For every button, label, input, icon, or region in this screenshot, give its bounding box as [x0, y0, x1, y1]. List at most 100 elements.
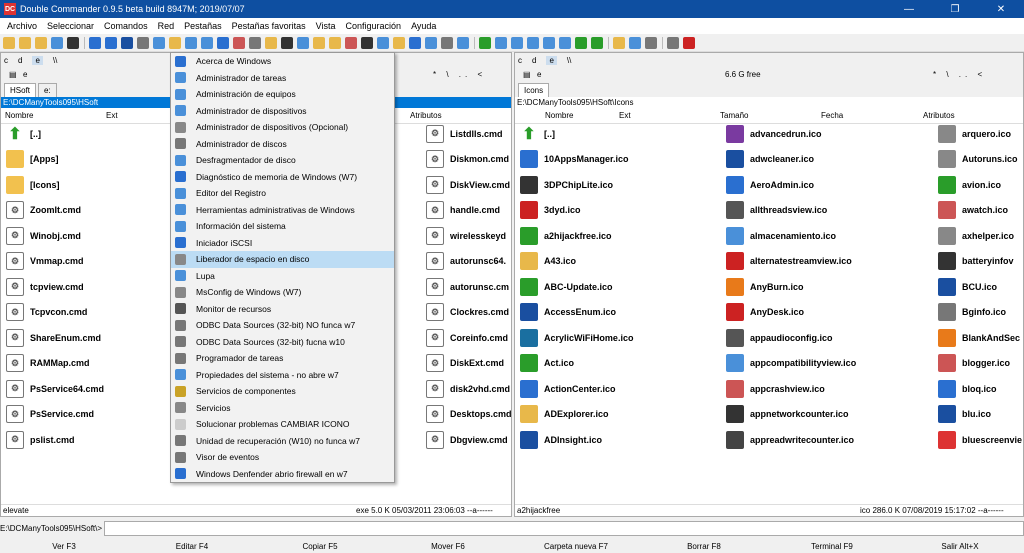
left-drive-item[interactable]: \\ [53, 56, 57, 65]
menu-item-editor-del-registro[interactable]: Editor del Registro [171, 185, 394, 202]
file-item[interactable]: ⚙ Coreinfo.cmd [423, 325, 513, 350]
menu-comandos[interactable]: Comandos [99, 21, 153, 31]
right-nav-buttons[interactable]: * \ .. < [933, 70, 986, 79]
file-item[interactable]: bluescreenvie [935, 427, 1024, 452]
file-item[interactable]: 3dyd.ico [517, 198, 717, 223]
fkey-terminal-f9[interactable]: Terminal F9 [768, 540, 896, 553]
menu-item-msconfig-de-windows-w7[interactable]: MsConfig de Windows (W7) [171, 284, 394, 301]
menu-red[interactable]: Red [153, 21, 180, 31]
toolbar-button-icon[interactable] [479, 36, 491, 49]
menu-item-administrador-de-dispositivos-opcional[interactable]: Administrador de dispositivos (Opcional) [171, 119, 394, 136]
fkey-borrar-f8[interactable]: Borrar F8 [640, 540, 768, 553]
file-item[interactable]: avion.ico [935, 172, 1024, 197]
toolbar-button-icon[interactable] [409, 36, 421, 49]
file-item[interactable]: awatch.ico [935, 198, 1024, 223]
file-item[interactable]: almacenamiento.ico [723, 223, 923, 248]
menu-item-unidad-de-recuperaci-n-w10-no-funca-w7[interactable]: Unidad de recuperación (W10) no funca w7 [171, 433, 394, 450]
file-item[interactable]: ABC-Update.ico [517, 274, 717, 299]
file-item[interactable]: A43.ico [517, 249, 717, 274]
file-item[interactable]: ⚙ Desktops.cmd [423, 402, 513, 427]
file-item[interactable]: AeroAdmin.ico [723, 172, 923, 197]
minimize-icon[interactable]: — [886, 0, 932, 18]
right-col-ext[interactable]: Ext [619, 111, 631, 120]
file-item[interactable]: ⬆ [..] [517, 121, 717, 146]
file-item[interactable]: AcrylicWiFiHome.ico [517, 325, 717, 350]
menu-item-programador-de-tareas[interactable]: Programador de tareas [171, 350, 394, 367]
toolbar-button-icon[interactable] [19, 36, 31, 49]
file-item[interactable]: ⚙ Dbgview.cmd [423, 427, 513, 452]
file-item[interactable]: Autoruns.ico [935, 147, 1024, 172]
left-drive-d[interactable]: d [18, 56, 22, 65]
file-item[interactable]: batteryinfov [935, 249, 1024, 274]
file-item[interactable]: blogger.ico [935, 351, 1024, 376]
right-path[interactable]: E:\DCManyTools095\HSoft\Icons [515, 97, 1023, 108]
file-item[interactable]: ⚙ DiskExt.cmd [423, 351, 513, 376]
toolbar-button-icon[interactable] [425, 36, 437, 49]
file-item[interactable]: AnyBurn.ico [723, 274, 923, 299]
file-item[interactable]: ADInsight.ico [517, 427, 717, 452]
toolbar-button-icon[interactable] [265, 36, 277, 49]
toolbar-button-icon[interactable] [645, 36, 657, 49]
toolbar-button-icon[interactable] [201, 36, 213, 49]
toolbar-button-icon[interactable] [613, 36, 625, 49]
toolbar-button-icon[interactable] [297, 36, 309, 49]
file-item[interactable]: ⚙ autorunsc64. [423, 249, 513, 274]
toolbar-button-icon[interactable] [511, 36, 523, 49]
file-item[interactable]: AnyDesk.ico [723, 300, 923, 325]
menu-item-odbc-data-sources-32-bit-no-funca-w7[interactable]: ODBC Data Sources (32-bit) NO funca w7 [171, 317, 394, 334]
menu-pesta-as-favoritas[interactable]: Pestañas favoritas [227, 21, 311, 31]
toolbar-button-icon[interactable] [137, 36, 149, 49]
file-item[interactable]: 10AppsManager.ico [517, 147, 717, 172]
fkey-carpeta-nueva-f7[interactable]: Carpeta nueva F7 [512, 540, 640, 553]
toolbar-button-icon[interactable] [313, 36, 325, 49]
file-item[interactable]: ⚙ Diskmon.cmd [423, 147, 513, 172]
toolbar-button-icon[interactable] [495, 36, 507, 49]
menu-pesta-as[interactable]: Pestañas [179, 21, 227, 31]
right-col-size[interactable]: Tamaño [720, 111, 748, 120]
toolbar-button-icon[interactable] [3, 36, 15, 49]
toolbar-button-icon[interactable] [667, 36, 679, 49]
right-col-attr[interactable]: Atributos [923, 111, 955, 120]
toolbar-button-icon[interactable] [361, 36, 373, 49]
file-item[interactable]: blu.ico [935, 402, 1024, 427]
file-item[interactable]: appaudioconfig.ico [723, 325, 923, 350]
menu-item-diagn-stico-de-memoria-de-windows-w7[interactable]: Diagnóstico de memoria de Windows (W7) [171, 169, 394, 186]
left-tab-hsoft[interactable]: HSoft [4, 83, 37, 97]
toolbar-button-icon[interactable] [543, 36, 555, 49]
file-item[interactable]: ActionCenter.ico [517, 376, 717, 401]
close-icon[interactable]: ✕ [978, 0, 1024, 18]
fkey-editar-f4[interactable]: Editar F4 [128, 540, 256, 553]
toolbar-button-icon[interactable] [51, 36, 63, 49]
toolbar-button-icon[interactable] [575, 36, 587, 49]
file-item[interactable]: ⚙ wirelesskeyd [423, 223, 513, 248]
file-item[interactable]: Bginfo.ico [935, 300, 1024, 325]
file-item[interactable]: Act.ico [517, 351, 717, 376]
menu-item-propiedades-del-sistema-no-abre-w7[interactable]: Propiedades del sistema - no abre w7 [171, 367, 394, 384]
left-drive-e[interactable]: e [32, 55, 43, 65]
toolbar-button-icon[interactable] [89, 36, 101, 49]
right-col-name[interactable]: Nombre [545, 111, 573, 120]
toolbar-button-icon[interactable] [233, 36, 245, 49]
toolbar-button-icon[interactable] [105, 36, 117, 49]
file-item[interactable]: AccessEnum.ico [517, 300, 717, 325]
left-col-ext[interactable]: Ext [106, 111, 118, 120]
toolbar-button-icon[interactable] [591, 36, 603, 49]
file-item[interactable]: appreadwritecounter.ico [723, 427, 923, 452]
menu-item-desfragmentador-de-disco[interactable]: Desfragmentador de disco [171, 152, 394, 169]
file-item[interactable]: ⚙ Clockres.cmd [423, 300, 513, 325]
right-col-date[interactable]: Fecha [821, 111, 843, 120]
toolbar-button-icon[interactable] [185, 36, 197, 49]
toolbar-button-icon[interactable] [35, 36, 47, 49]
right-drive-e[interactable]: e [546, 55, 557, 65]
right-drive-d[interactable]: d [532, 56, 536, 65]
maximize-icon[interactable]: ❐ [932, 0, 978, 18]
toolbar-button-icon[interactable] [121, 36, 133, 49]
menu-item-iniciador-iscsi[interactable]: Iniciador iSCSI [171, 235, 394, 252]
toolbar-button-icon[interactable] [169, 36, 181, 49]
menu-item-administrador-de-tareas[interactable]: Administrador de tareas [171, 70, 394, 87]
file-item[interactable]: bloq.ico [935, 376, 1024, 401]
file-item[interactable]: BCU.ico [935, 274, 1024, 299]
menu-item-acerca-de-windows[interactable]: Acerca de Windows [171, 53, 394, 70]
menu-item-servicios-de-componentes[interactable]: Servicios de componentes [171, 383, 394, 400]
toolbar-button-icon[interactable] [249, 36, 261, 49]
